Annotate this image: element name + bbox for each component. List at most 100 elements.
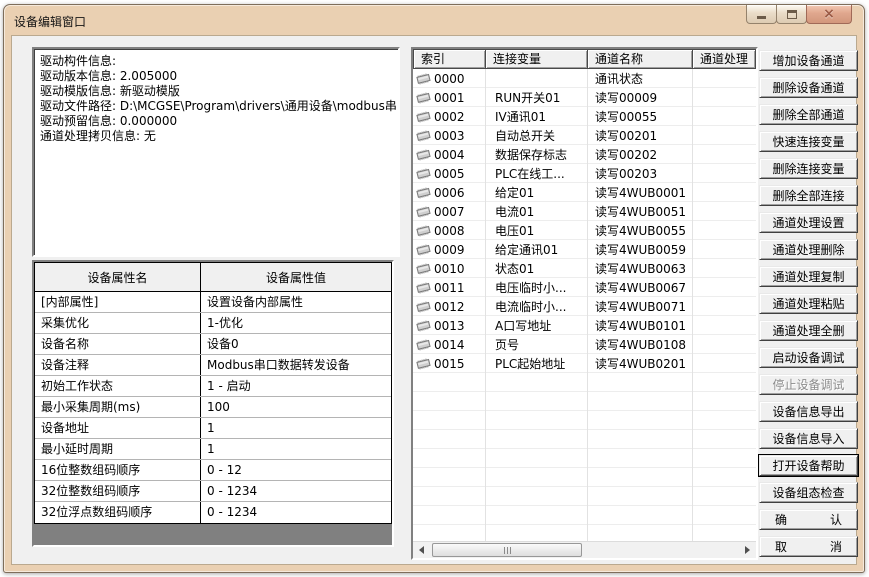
channel-name: 读写4WUB0201 bbox=[587, 355, 692, 372]
channel-row[interactable]: 0007 电流01 读写4WUB0051 bbox=[413, 202, 756, 221]
action-button[interactable]: 设备信息导出 bbox=[759, 401, 858, 422]
action-button[interactable]: 设备组态检查 bbox=[759, 482, 858, 503]
variable-column-header[interactable]: 连接变量 bbox=[486, 50, 588, 68]
property-row[interactable]: 最小延时周期 1 bbox=[35, 439, 391, 460]
property-name-cell: 设备地址 bbox=[35, 418, 201, 438]
channel-row[interactable]: 0014 页号 读写4WUB0108 bbox=[413, 335, 756, 354]
chip-icon bbox=[413, 187, 434, 199]
channel-index: 0012 bbox=[434, 300, 485, 314]
channel-variable: PLC起始地址 bbox=[485, 355, 587, 372]
scroll-right-button[interactable] bbox=[739, 542, 756, 558]
titlebar[interactable]: 设备编辑窗口 × bbox=[4, 5, 864, 35]
window-title: 设备编辑窗口 bbox=[14, 13, 86, 30]
property-value-cell[interactable]: 0 - 1234 bbox=[201, 502, 391, 523]
channel-row[interactable]: 0001 RUN开关01 读写00009 bbox=[413, 88, 756, 107]
property-value-cell[interactable]: 1 bbox=[201, 418, 391, 438]
channel-row[interactable]: 0009 给定通讯01 读写4WUB0059 bbox=[413, 240, 756, 259]
property-row[interactable]: 初始工作状态 1 - 启动 bbox=[35, 376, 391, 397]
property-value-cell[interactable]: 设备0 bbox=[201, 334, 391, 354]
property-value-cell[interactable]: 0 - 1234 bbox=[201, 481, 391, 501]
channel-row[interactable]: 0004 数据保存标志 读写00202 bbox=[413, 145, 756, 164]
property-value-cell[interactable]: 设置设备内部属性 bbox=[201, 292, 391, 312]
ok-button[interactable]: 确 认 bbox=[759, 509, 858, 530]
cancel-button[interactable]: 取 消 bbox=[759, 536, 858, 557]
action-button[interactable]: 删除设备通道 bbox=[759, 77, 858, 98]
channel-row[interactable]: 0005 PLC在线工... 读写00203 bbox=[413, 164, 756, 183]
channel-variable: 数据保存标志 bbox=[485, 146, 587, 163]
action-button[interactable]: 启动设备调试 bbox=[759, 347, 858, 368]
property-value-cell[interactable]: 1 bbox=[201, 439, 391, 459]
chip-icon bbox=[413, 320, 434, 332]
property-value-cell[interactable]: 1 - 启动 bbox=[201, 376, 391, 396]
channel-name: 读写4WUB0101 bbox=[587, 317, 692, 334]
property-row[interactable]: 16位整数组码顺序 0 - 12 bbox=[35, 460, 391, 481]
channel-row[interactable]: 0008 电压01 读写4WUB0055 bbox=[413, 221, 756, 240]
channel-index: 0007 bbox=[434, 205, 485, 219]
property-value-cell[interactable]: 0 - 12 bbox=[201, 460, 391, 480]
action-button[interactable]: 删除全部通道 bbox=[759, 104, 858, 125]
channel-name-column-header[interactable]: 通道名称 bbox=[588, 50, 693, 68]
property-name-cell: 最小采集周期(ms) bbox=[35, 397, 201, 417]
channel-index: 0003 bbox=[434, 129, 485, 143]
property-row[interactable]: 设备地址 1 bbox=[35, 418, 391, 439]
channel-row[interactable]: 0010 状态01 读写4WUB0063 bbox=[413, 259, 756, 278]
action-button[interactable]: 通道处理删除 bbox=[759, 239, 858, 260]
channel-row[interactable]: 0002 IV通讯01 读写00055 bbox=[413, 107, 756, 126]
action-button[interactable]: 设备信息导入 bbox=[759, 428, 858, 449]
property-row[interactable]: 设备名称 设备0 bbox=[35, 334, 391, 355]
minimize-button[interactable] bbox=[746, 5, 777, 24]
driver-info-line: 驱动版本信息: 2.005000 bbox=[40, 69, 396, 84]
chip-icon bbox=[413, 244, 434, 256]
horizontal-scrollbar[interactable] bbox=[413, 541, 756, 558]
action-button[interactable]: 打开设备帮助 bbox=[759, 455, 858, 476]
property-value-cell[interactable]: Modbus串口数据转发设备 bbox=[201, 355, 391, 375]
property-row[interactable]: 32位浮点数组码顺序 0 - 1234 bbox=[35, 502, 391, 523]
action-button[interactable]: 增加设备通道 bbox=[759, 50, 858, 71]
channel-name: 读写4WUB0067 bbox=[587, 279, 692, 296]
scrollbar-thumb[interactable] bbox=[432, 543, 582, 557]
channel-row[interactable]: 0012 电流临时小... 读写4WUB0071 bbox=[413, 297, 756, 316]
channel-row[interactable]: 0000 通讯状态 bbox=[413, 69, 756, 88]
property-value-cell[interactable]: 100 bbox=[201, 397, 391, 417]
channel-row[interactable]: 0011 电压临时小... 读写4WUB0067 bbox=[413, 278, 756, 297]
channel-row[interactable]: 0015 PLC起始地址 读写4WUB0201 bbox=[413, 354, 756, 373]
driver-info-line: 驱动文件路径: D:\MCGSE\Program\drivers\通用设备\mo… bbox=[40, 99, 396, 114]
channel-index: 0006 bbox=[434, 186, 485, 200]
property-name-cell: 32位浮点数组码顺序 bbox=[35, 502, 201, 523]
channel-name: 读写4WUB0001 bbox=[587, 184, 692, 201]
channel-index: 0005 bbox=[434, 167, 485, 181]
action-button[interactable]: 通道处理全删 bbox=[759, 320, 858, 341]
property-name-cell: 设备注释 bbox=[35, 355, 201, 375]
channel-name: 读写4WUB0063 bbox=[587, 260, 692, 277]
property-row[interactable]: 采集优化 1-优化 bbox=[35, 313, 391, 334]
processing-column-header[interactable]: 通道处理 bbox=[693, 50, 755, 68]
channel-variable: 电流临时小... bbox=[485, 298, 587, 315]
channel-row[interactable]: 0013 A口写地址 读写4WUB0101 bbox=[413, 316, 756, 335]
channel-name: 读写4WUB0055 bbox=[587, 222, 692, 239]
channel-table-header: 索引 连接变量 通道名称 通道处理 bbox=[413, 49, 756, 69]
chip-icon bbox=[413, 111, 434, 123]
action-button[interactable]: 快速连接变量 bbox=[759, 131, 858, 152]
close-button[interactable]: × bbox=[806, 5, 852, 24]
action-button[interactable]: 删除全部连接 bbox=[759, 185, 858, 206]
scroll-left-button[interactable] bbox=[413, 542, 430, 558]
channel-table: 索引 连接变量 通道名称 通道处理 bbox=[411, 47, 758, 560]
channel-variable: PLC在线工... bbox=[485, 165, 587, 182]
property-row[interactable]: 设备注释 Modbus串口数据转发设备 bbox=[35, 355, 391, 376]
channel-index: 0015 bbox=[434, 357, 485, 371]
property-value-cell[interactable]: 1-优化 bbox=[201, 313, 391, 333]
property-row[interactable]: 最小采集周期(ms) 100 bbox=[35, 397, 391, 418]
property-row[interactable]: [内部属性] 设置设备内部属性 bbox=[35, 292, 391, 313]
action-button[interactable]: 删除连接变量 bbox=[759, 158, 858, 179]
action-button[interactable]: 通道处理粘贴 bbox=[759, 293, 858, 314]
channel-index: 0008 bbox=[434, 224, 485, 238]
channel-row[interactable]: 0003 自动总开关 读写00201 bbox=[413, 126, 756, 145]
maximize-button[interactable] bbox=[776, 5, 807, 24]
action-button[interactable]: 通道处理设置 bbox=[759, 212, 858, 233]
action-button[interactable]: 停止设备调试 bbox=[759, 374, 858, 395]
channel-name: 读写00203 bbox=[587, 165, 692, 182]
channel-row[interactable]: 0006 给定01 读写4WUB0001 bbox=[413, 183, 756, 202]
action-button[interactable]: 通道处理复制 bbox=[759, 266, 858, 287]
property-row[interactable]: 32位整数组码顺序 0 - 1234 bbox=[35, 481, 391, 502]
index-column-header[interactable]: 索引 bbox=[414, 50, 486, 68]
